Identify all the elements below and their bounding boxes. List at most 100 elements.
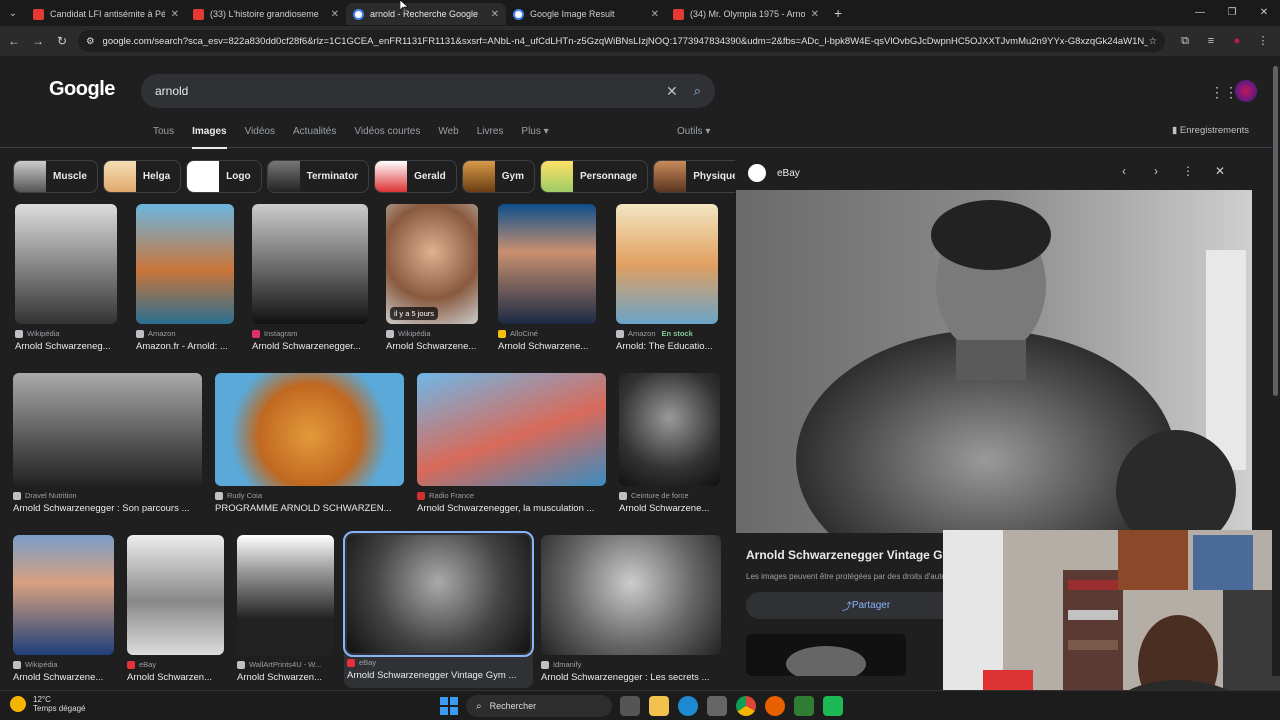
- close-icon[interactable]: ✕: [491, 9, 499, 20]
- result-item[interactable]: Rudy Coia PROGRAMME ARNOLD SCHWARZEN...: [215, 373, 404, 514]
- result-item[interactable]: Radio France Arnold Schwarzenegger, la m…: [417, 373, 606, 514]
- result-image[interactable]: [498, 204, 596, 324]
- bookmark-star-icon[interactable]: ☆: [1148, 36, 1157, 47]
- result-item[interactable]: AlloCiné Arnold Schwarzene...: [498, 204, 596, 352]
- result-title[interactable]: Arnold Schwarzenegger : Les secrets ...: [541, 672, 721, 683]
- extensions-icon[interactable]: ⧉: [1172, 30, 1198, 52]
- tab-tous[interactable]: Tous: [153, 126, 174, 149]
- result-image[interactable]: [619, 373, 720, 486]
- tab-2[interactable]: arnold - Recherche Google ✕: [346, 3, 506, 25]
- result-title[interactable]: Arnold Schwarzenegger Vintage Gym ...: [347, 670, 530, 681]
- close-icon[interactable]: ✕: [331, 9, 339, 20]
- taskbar-search[interactable]: ⌕ Rechercher: [466, 695, 612, 717]
- store-icon[interactable]: [707, 696, 727, 716]
- tools-button[interactable]: Outils ▾: [677, 126, 710, 137]
- saved-button[interactable]: ▮ Enregistrements: [1172, 125, 1249, 136]
- preview-source[interactable]: eBay: [748, 164, 800, 182]
- result-image[interactable]: [343, 531, 534, 657]
- result-item[interactable]: Amazon En stock Arnold: The Educatio...: [616, 204, 718, 352]
- result-image[interactable]: [215, 373, 404, 486]
- result-image[interactable]: [616, 204, 718, 324]
- tab-web[interactable]: Web: [438, 126, 458, 149]
- result-title[interactable]: Arnold Schwarzen...: [127, 672, 224, 683]
- result-title[interactable]: Arnold Schwarzeneg...: [15, 341, 117, 352]
- result-image[interactable]: [541, 535, 721, 655]
- chip-physique[interactable]: Physique: [653, 160, 735, 193]
- result-item[interactable]: Wikipédia Arnold Schwarzeneg...: [15, 204, 117, 352]
- result-item[interactable]: Dravel Nutrition Arnold Schwarzenegger :…: [13, 373, 202, 514]
- google-logo[interactable]: Google: [49, 78, 115, 101]
- result-title[interactable]: PROGRAMME ARNOLD SCHWARZEN...: [215, 503, 404, 514]
- search-box[interactable]: arnold ✕ ⌕: [141, 74, 715, 108]
- search-input[interactable]: arnold: [155, 84, 666, 98]
- menu-icon[interactable]: ⋮: [1250, 30, 1276, 52]
- chip-terminator[interactable]: Terminator: [266, 160, 370, 193]
- close-icon[interactable]: ✕: [171, 9, 179, 20]
- clear-icon[interactable]: ✕: [666, 83, 678, 100]
- preview-title[interactable]: Arnold Schwarzenegger Vintage Gym: [746, 548, 960, 562]
- forward-arrow-icon[interactable]: →: [26, 34, 50, 48]
- close-icon[interactable]: ✕: [1204, 164, 1236, 178]
- result-image[interactable]: [13, 535, 114, 655]
- chip-gym[interactable]: Gym: [461, 160, 535, 193]
- minimize-icon[interactable]: —: [1184, 0, 1216, 26]
- close-window-icon[interactable]: ✕: [1248, 0, 1280, 26]
- tab-plus[interactable]: Plus ▾: [521, 126, 548, 149]
- result-image[interactable]: [15, 204, 117, 324]
- result-title[interactable]: Arnold Schwarzen...: [237, 672, 334, 683]
- tab-0[interactable]: Candidat LFI antisémite à Périg ✕: [26, 3, 186, 25]
- tab-videos-courtes[interactable]: Vidéos courtes: [354, 126, 420, 149]
- chip-helga[interactable]: Helga: [102, 160, 182, 193]
- result-item[interactable]: Instagram Arnold Schwarzenegger...: [252, 204, 368, 352]
- maximize-icon[interactable]: ❐: [1216, 0, 1248, 26]
- related-image[interactable]: [746, 634, 906, 676]
- firefox-icon[interactable]: [765, 696, 785, 716]
- result-image[interactable]: [417, 373, 606, 486]
- result-item[interactable]: Amazon Amazon.fr - Arnold: ...: [136, 204, 234, 352]
- result-item[interactable]: eBay Arnold Schwarzen...: [127, 535, 224, 683]
- site-info-icon[interactable]: ⚙: [86, 36, 95, 47]
- result-title[interactable]: Amazon.fr - Arnold: ...: [136, 341, 234, 352]
- tab-search-chevron-icon[interactable]: ⌄: [0, 8, 26, 19]
- tab-1[interactable]: (33) L'histoire grandioseme ✕: [186, 3, 346, 25]
- avatar[interactable]: [1235, 80, 1257, 102]
- page-scrollbar[interactable]: [1272, 56, 1280, 676]
- url-text[interactable]: google.com/search?sca_esv=822a830dd0cf28…: [103, 36, 1149, 47]
- next-icon[interactable]: ›: [1140, 164, 1172, 178]
- result-item[interactable]: il y a 5 jours Wikipédia Arnold Schwarze…: [386, 204, 478, 352]
- result-title[interactable]: Arnold Schwarzenegger...: [252, 341, 368, 352]
- close-icon[interactable]: ✕: [811, 9, 819, 20]
- close-icon[interactable]: ✕: [651, 9, 659, 20]
- result-image[interactable]: il y a 5 jours: [386, 204, 478, 324]
- chip-logo[interactable]: Logo: [186, 160, 262, 193]
- address-bar[interactable]: ⚙ google.com/search?sca_esv=822a830dd0cf…: [78, 30, 1165, 52]
- media-icon[interactable]: ≡: [1198, 30, 1224, 52]
- result-title[interactable]: Arnold: The Educatio...: [616, 341, 718, 352]
- result-image[interactable]: [127, 535, 224, 655]
- result-image[interactable]: [136, 204, 234, 324]
- weather-widget[interactable]: 12°C Temps dégagé: [10, 695, 85, 713]
- edge-icon[interactable]: [678, 696, 698, 716]
- tab-livres[interactable]: Livres: [477, 126, 504, 149]
- tab-3[interactable]: Google Image Result ✕: [506, 3, 666, 25]
- result-image[interactable]: [252, 204, 368, 324]
- result-item[interactable]: WallArtPrints4U - W... Arnold Schwarzen.…: [237, 535, 334, 683]
- result-image[interactable]: [237, 535, 334, 655]
- result-item-selected[interactable]: eBay Arnold Schwarzenegger Vintage Gym .…: [343, 531, 534, 688]
- chip-muscle[interactable]: Muscle: [13, 160, 98, 193]
- result-title[interactable]: Arnold Schwarzene...: [13, 672, 114, 683]
- new-tab-button[interactable]: +: [834, 5, 842, 21]
- result-item[interactable]: Ceinture de force Arnold Schwarzene...: [619, 373, 720, 514]
- profile-icon[interactable]: ●: [1224, 30, 1250, 52]
- result-item[interactable]: Idmanify Arnold Schwarzenegger : Les sec…: [541, 535, 721, 683]
- scrollbar-thumb[interactable]: [1273, 66, 1278, 396]
- chip-personnage[interactable]: Personnage: [540, 160, 649, 193]
- reload-icon[interactable]: ↻: [50, 34, 74, 48]
- tab-videos[interactable]: Vidéos: [245, 126, 275, 149]
- result-item[interactable]: Wikipédia Arnold Schwarzene...: [13, 535, 114, 683]
- preview-image[interactable]: [736, 190, 1252, 533]
- result-title[interactable]: Arnold Schwarzene...: [619, 503, 720, 514]
- app-icon[interactable]: [794, 696, 814, 716]
- task-view-icon[interactable]: [620, 696, 640, 716]
- previous-icon[interactable]: ‹: [1108, 164, 1140, 178]
